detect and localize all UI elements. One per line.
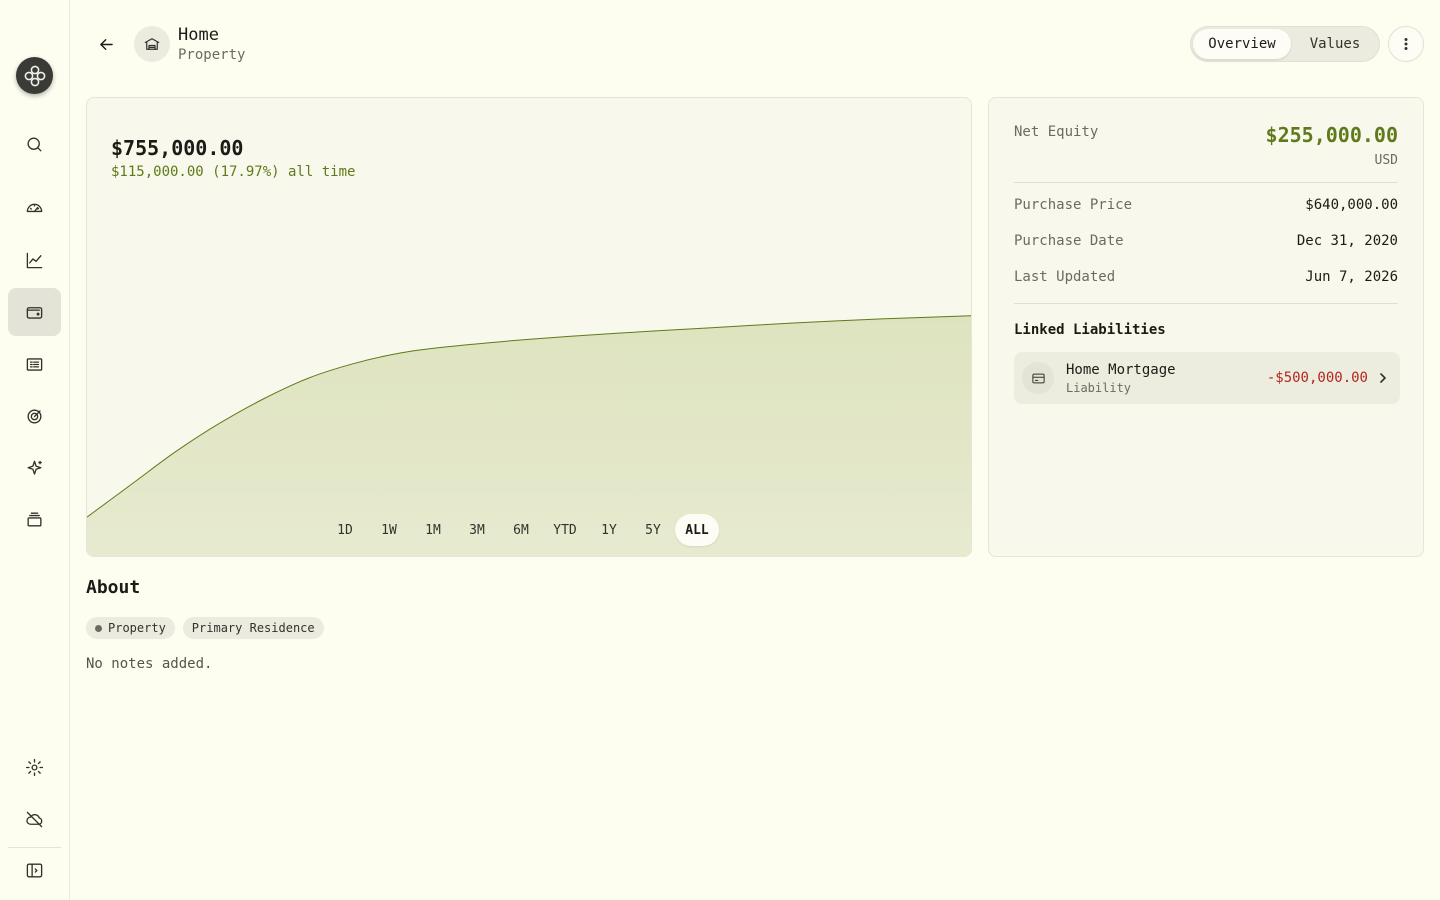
linked-liability-item[interactable]: Home Mortgage Liability -$500,000.00 — [1014, 352, 1400, 404]
period-6m[interactable]: 6M — [499, 514, 543, 546]
liability-icon-wrap — [1022, 362, 1054, 394]
tag-primary-residence: Primary Residence — [182, 617, 324, 639]
tag-dot-icon — [95, 624, 102, 632]
nav-accounts[interactable] — [8, 288, 61, 336]
purchase-date-label: Purchase Date — [1014, 233, 1124, 249]
last-updated-value: Jun 7, 2026 — [1305, 269, 1398, 285]
gear-icon — [25, 758, 44, 776]
account-details-card: Net Equity $255,000.00 USD Purchase Pric… — [988, 97, 1424, 557]
divider — [1014, 182, 1398, 183]
tag-property: Property — [86, 617, 175, 639]
panel-toggle-icon — [26, 862, 43, 878]
about-title: About — [86, 577, 141, 598]
linked-liabilities-title: Linked Liabilities — [1014, 322, 1166, 338]
net-equity-value: $255,000.00 — [1265, 123, 1398, 147]
period-1m[interactable]: 1M — [411, 514, 455, 546]
balance-change: $115,000.00 (17.97%) all time — [111, 164, 356, 180]
credit-card-icon — [1031, 373, 1045, 383]
page-title: Home — [178, 25, 219, 45]
sidebar — [0, 0, 70, 900]
last-updated-label: Last Updated — [1014, 269, 1116, 285]
nav-search[interactable] — [8, 120, 61, 168]
sparkle-icon — [27, 460, 42, 475]
nav-settings[interactable] — [8, 743, 61, 791]
nav-charts[interactable] — [8, 236, 61, 284]
house-icon — [144, 38, 160, 50]
balance-chart-card: $755,000.00 $115,000.00 (17.97%) all tim… — [86, 97, 972, 557]
more-vertical-icon — [1404, 38, 1408, 50]
nav-collapse[interactable] — [8, 846, 61, 894]
app-logo[interactable] — [16, 57, 53, 94]
chart-icon — [26, 252, 43, 268]
more-options-button[interactable] — [1388, 26, 1424, 62]
nav-ai[interactable] — [8, 444, 61, 492]
tab-overview[interactable]: Overview — [1193, 29, 1291, 59]
nav-goals[interactable] — [8, 392, 61, 440]
net-equity-label: Net Equity — [1014, 124, 1099, 140]
search-icon — [27, 136, 42, 152]
currency-label: USD — [1374, 153, 1398, 168]
purchase-date-value: Dec 31, 2020 — [1296, 233, 1398, 249]
period-1w[interactable]: 1W — [367, 514, 411, 546]
dashboard-icon — [26, 203, 43, 212]
layers-icon — [27, 511, 42, 527]
nav-dashboard[interactable] — [8, 183, 61, 231]
liability-amount: -$500,000.00 — [1266, 370, 1368, 386]
divider — [1014, 303, 1398, 304]
back-button[interactable] — [92, 30, 120, 58]
period-1y[interactable]: 1Y — [587, 514, 631, 546]
logo-icon — [24, 65, 45, 86]
current-balance: $755,000.00 — [111, 136, 244, 160]
receipt-icon — [26, 357, 43, 371]
purchase-price-label: Purchase Price — [1014, 197, 1133, 213]
tag-label: Property — [108, 621, 166, 635]
tag-label: Primary Residence — [191, 621, 315, 635]
account-type-icon — [134, 26, 170, 62]
period-ytd[interactable]: YTD — [543, 514, 587, 546]
nav-layers[interactable] — [8, 495, 61, 543]
wallet-icon — [26, 306, 43, 319]
page-subtitle: Property — [178, 47, 246, 63]
view-switcher: Overview Values — [1190, 26, 1380, 62]
period-1d[interactable]: 1D — [323, 514, 367, 546]
period-5y[interactable]: 5Y — [631, 514, 675, 546]
target-icon — [27, 408, 42, 424]
arrow-left-icon — [99, 38, 113, 50]
cloud-off-icon — [26, 811, 43, 827]
liability-type: Liability — [1066, 381, 1132, 395]
notes-text: No notes added. — [86, 656, 213, 672]
tab-values[interactable]: Values — [1291, 29, 1379, 59]
period-selector: 1D 1W 1M 3M 6M YTD 1Y 5Y ALL — [323, 514, 719, 546]
nav-sync[interactable] — [8, 795, 61, 843]
period-all[interactable]: ALL — [675, 514, 719, 546]
tag-list: Property Primary Residence — [86, 617, 324, 639]
nav-transactions[interactable] — [8, 340, 61, 388]
liability-name: Home Mortgage — [1066, 362, 1176, 378]
chevron-right-icon — [1380, 373, 1386, 383]
period-3m[interactable]: 3M — [455, 514, 499, 546]
purchase-price-value: $640,000.00 — [1305, 197, 1398, 213]
